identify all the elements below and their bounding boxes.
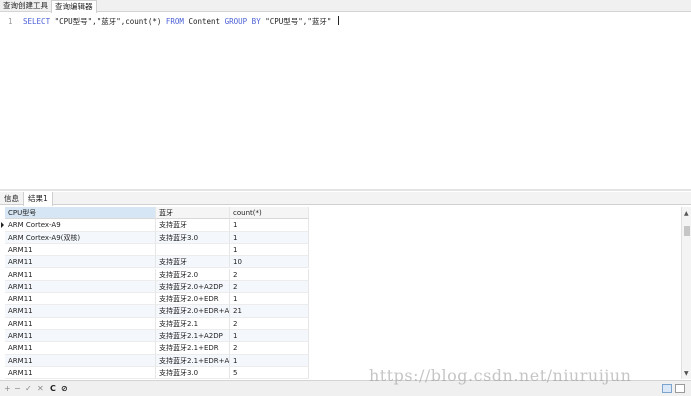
table-row[interactable]: ARM11 支持蓝牙2.0+A2DP 2: [0, 280, 310, 294]
table-cell[interactable]: ARM11: [5, 317, 156, 330]
sql-text: "CPU型号","蓝牙": [260, 17, 336, 26]
scrollbar-thumb[interactable]: [684, 226, 690, 236]
column-header[interactable]: CPU型号: [5, 207, 156, 220]
table-cell[interactable]: 支持蓝牙: [156, 256, 230, 269]
sql-keyword: GROUP BY: [224, 17, 261, 26]
splitter[interactable]: [0, 189, 691, 191]
delete-record-button[interactable]: −: [14, 384, 21, 394]
add-record-button[interactable]: +: [4, 384, 11, 394]
table-cell[interactable]: 1: [230, 231, 309, 244]
table-cell[interactable]: 支持蓝牙2.0+EDR+A2: [156, 305, 230, 318]
tab-query-builder[interactable]: 查询创建工具: [0, 0, 51, 12]
table-cell[interactable]: 5: [230, 366, 309, 379]
table-cell[interactable]: ARM11: [5, 330, 156, 343]
table-cell[interactable]: 支持蓝牙3.0: [156, 366, 230, 379]
table-cell[interactable]: ARM Cortex-A9: [5, 219, 156, 232]
table-cell[interactable]: 2: [230, 268, 309, 281]
table-cell[interactable]: 支持蓝牙2.1+EDR+A2: [156, 354, 230, 367]
sql-code-line[interactable]: SELECT "CPU型号","蓝牙",count(*) FROM Conten…: [23, 16, 339, 27]
sql-text: Content: [183, 17, 225, 26]
editor-gutter: 1: [0, 13, 18, 189]
scroll-up-icon[interactable]: ▲: [684, 210, 689, 217]
table-row[interactable]: ARM11 支持蓝牙3.0 5: [0, 366, 310, 379]
table-cell[interactable]: ARM11: [5, 256, 156, 269]
scroll-down-icon[interactable]: ▼: [684, 370, 689, 377]
result-tab-bar: 信息 结果1: [0, 192, 691, 206]
table-cell[interactable]: ARM11: [5, 354, 156, 367]
grid-view-icon[interactable]: [662, 384, 672, 393]
table-row[interactable]: ARM11 支持蓝牙 10: [0, 256, 310, 269]
table-row[interactable]: ARM11 支持蓝牙2.1+EDR+A2 1: [0, 354, 310, 367]
table-row[interactable]: ARM11 支持蓝牙2.1 2: [0, 317, 310, 330]
table-cell[interactable]: [156, 243, 230, 257]
tab-query-editor[interactable]: 查询编辑器: [51, 0, 97, 13]
query-tab-bar: 查询创建工具 查询编辑器: [0, 0, 691, 13]
table-cell[interactable]: 支持蓝牙: [156, 219, 230, 232]
table-row[interactable]: ARM Cortex-A9(双核) 支持蓝牙3.0 1: [0, 231, 310, 244]
tab-info[interactable]: 信息: [0, 192, 23, 205]
table-cell[interactable]: 1: [230, 293, 309, 306]
column-header[interactable]: count(*): [230, 207, 309, 220]
vertical-scrollbar[interactable]: ▲ ▼: [681, 207, 691, 379]
table-cell[interactable]: ARM11: [5, 268, 156, 281]
table-cell[interactable]: 1: [230, 219, 309, 232]
sql-text: "CPU型号","蓝牙",count(*): [50, 17, 166, 26]
table-cell[interactable]: 支持蓝牙2.1: [156, 317, 230, 330]
table-cell[interactable]: 1: [230, 330, 309, 343]
current-row-marker-icon: [1, 222, 4, 229]
table-cell[interactable]: ARM11: [5, 280, 156, 294]
table-cell[interactable]: 2: [230, 342, 309, 355]
grid-header-row: CPU型号 蓝牙 count(*): [0, 207, 310, 220]
table-row[interactable]: ARM11 支持蓝牙2.0 2: [0, 268, 310, 281]
table-row[interactable]: ARM11 支持蓝牙2.0+EDR 1: [0, 293, 310, 306]
discard-changes-button[interactable]: ✕: [37, 384, 44, 394]
form-view-icon[interactable]: [675, 384, 685, 393]
table-cell[interactable]: ARM11: [5, 293, 156, 306]
table-cell[interactable]: ARM11: [5, 342, 156, 355]
table-cell[interactable]: 21: [230, 305, 309, 318]
table-row[interactable]: ARM11 支持蓝牙2.0+EDR+A2 21: [0, 305, 310, 318]
table-cell[interactable]: ARM11: [5, 366, 156, 379]
table-cell[interactable]: ARM11: [5, 243, 156, 257]
table-row[interactable]: ARM11 支持蓝牙2.1+EDR 2: [0, 342, 310, 355]
table-cell[interactable]: ARM11: [5, 305, 156, 318]
column-header[interactable]: 蓝牙: [156, 207, 230, 220]
table-cell[interactable]: 支持蓝牙2.0: [156, 268, 230, 281]
stop-button[interactable]: ⊘: [61, 384, 68, 394]
apply-changes-button[interactable]: ✓: [25, 384, 32, 394]
table-cell[interactable]: 1: [230, 354, 309, 367]
line-number: 1: [8, 17, 13, 26]
table-row[interactable]: ARM11 支持蓝牙2.1+A2DP 1: [0, 330, 310, 343]
table-cell[interactable]: 支持蓝牙2.1+EDR: [156, 342, 230, 355]
text-caret: [337, 16, 339, 25]
sql-keyword: FROM: [165, 17, 184, 26]
sql-editor[interactable]: 1 SELECT "CPU型号","蓝牙",count(*) FROM Cont…: [0, 13, 691, 189]
table-row[interactable]: ARM11 1: [0, 243, 310, 257]
table-row[interactable]: ARM Cortex-A9 支持蓝牙 1: [0, 219, 310, 232]
table-cell[interactable]: 支持蓝牙2.0+EDR: [156, 293, 230, 306]
table-cell[interactable]: 支持蓝牙2.1+A2DP: [156, 330, 230, 343]
result-grid[interactable]: CPU型号 蓝牙 count(*) ARM Cortex-A9 支持蓝牙 1 ARM Cor…: [0, 207, 680, 379]
table-cell[interactable]: 1: [230, 243, 309, 257]
watermark: https://blog.csdn.net/niuruijun: [369, 366, 632, 385]
table-cell[interactable]: 支持蓝牙3.0: [156, 231, 230, 244]
refresh-button[interactable]: C: [50, 384, 56, 394]
table-cell[interactable]: 2: [230, 317, 309, 330]
tab-result-1[interactable]: 结果1: [23, 192, 53, 206]
table-cell[interactable]: 支持蓝牙2.0+A2DP: [156, 280, 230, 294]
table-cell[interactable]: 10: [230, 256, 309, 269]
table-cell[interactable]: 2: [230, 280, 309, 294]
sql-keyword: SELECT: [23, 17, 51, 26]
table-cell[interactable]: ARM Cortex-A9(双核): [5, 231, 156, 244]
